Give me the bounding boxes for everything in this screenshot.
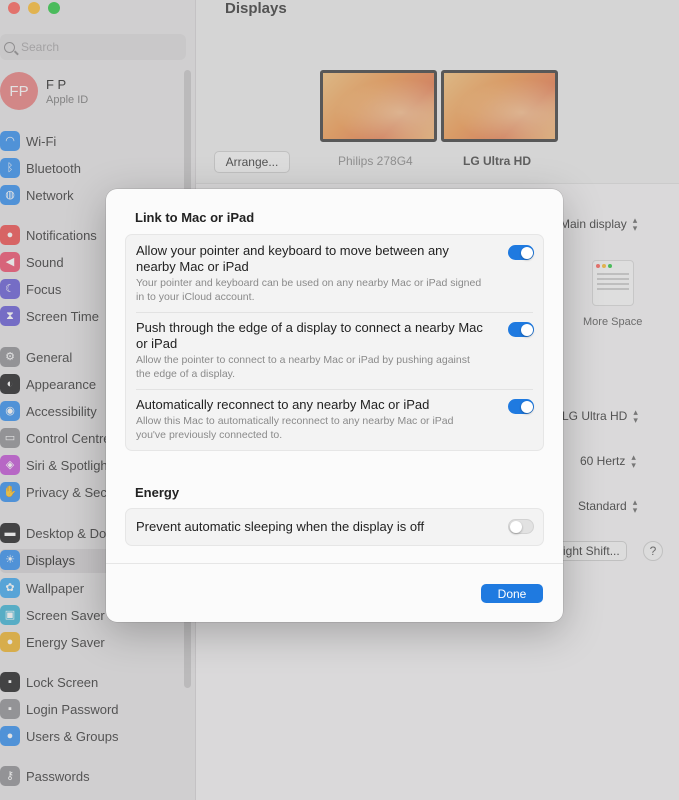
prevent-sleep-toggle[interactable]	[508, 519, 534, 534]
done-button[interactable]: Done	[481, 584, 543, 603]
energy-settings-group: Prevent automatic sleeping when the disp…	[125, 508, 544, 546]
section-title-link: Link to Mac or iPad	[135, 210, 255, 225]
link-settings-group: Allow your pointer and keyboard to move …	[125, 234, 544, 451]
pointer-keyboard-toggle[interactable]	[508, 245, 534, 260]
setting-description: Your pointer and keyboard can be used on…	[136, 277, 482, 303]
push-edge-toggle[interactable]	[508, 322, 534, 337]
setting-title: Prevent automatic sleeping when the disp…	[136, 519, 425, 534]
setting-title: Push through the edge of a display to co…	[136, 320, 483, 351]
setting-description: Allow the pointer to connect to a nearby…	[136, 354, 470, 380]
setting-row-push-edge: Push through the edge of a display to co…	[126, 312, 543, 389]
setting-row-pointer-keyboard: Allow your pointer and keyboard to move …	[126, 235, 543, 312]
setting-row-auto-reconnect: Automatically reconnect to any nearby Ma…	[126, 389, 543, 450]
link-settings-sheet: Link to Mac or iPad Allow your pointer a…	[106, 189, 563, 622]
sheet-divider	[106, 563, 563, 564]
setting-title: Automatically reconnect to any nearby Ma…	[136, 397, 430, 412]
setting-title: Allow your pointer and keyboard to move …	[136, 243, 449, 274]
section-title-energy: Energy	[135, 485, 180, 500]
system-settings-window: FP F P Apple ID ◠Wi-FiᛒBluetooth◍Network…	[0, 0, 679, 800]
setting-row-prevent-sleep: Prevent automatic sleeping when the disp…	[126, 509, 543, 545]
setting-description: Allow this Mac to automatically reconnec…	[136, 415, 454, 441]
auto-reconnect-toggle[interactable]	[508, 399, 534, 414]
